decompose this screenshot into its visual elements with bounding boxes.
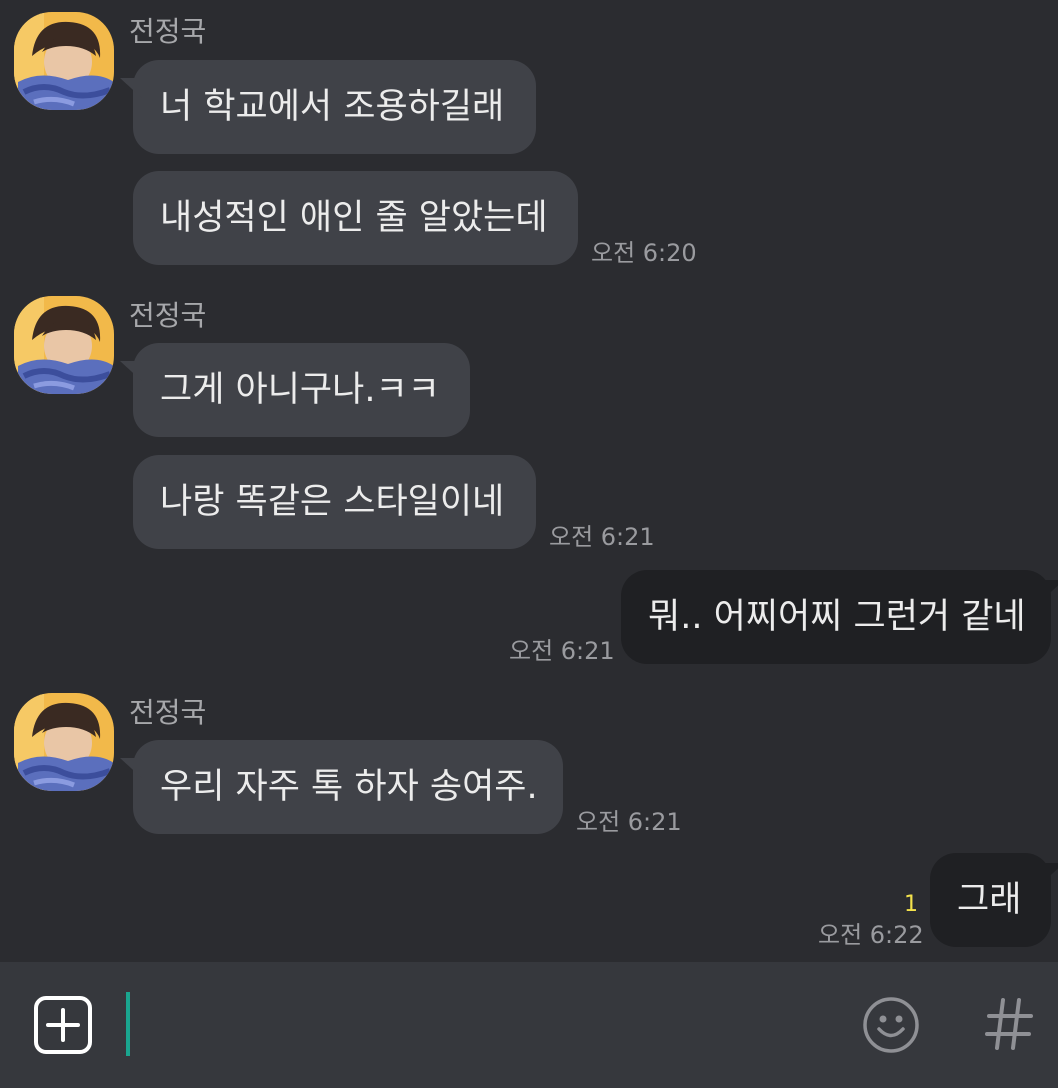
sender-name: 전정국 — [129, 299, 207, 332]
message-timestamp: 오전 6:21 — [549, 523, 655, 551]
sender-name: 전정국 — [129, 696, 207, 729]
plus-square-icon[interactable] — [34, 996, 92, 1054]
sender-name: 전정국 — [129, 15, 207, 48]
avatar-image — [14, 296, 114, 394]
message-input-field[interactable] — [126, 992, 130, 1056]
message-timestamp: 오전 6:22 — [818, 921, 924, 949]
incoming-message-bubble[interactable]: 우리 자주 톡 하자 송여주. — [120, 740, 563, 834]
outgoing-message-bubble[interactable]: 그래 — [930, 853, 1058, 947]
outgoing-message-bubble[interactable]: 뭐.. 어찌어찌 그런거 같네 — [621, 570, 1058, 664]
avatar-image — [14, 693, 114, 791]
hash-icon[interactable] — [985, 994, 1033, 1054]
smiley-icon[interactable] — [862, 996, 920, 1054]
sender-avatar[interactable] — [14, 693, 114, 791]
unread-count: 1 — [904, 892, 918, 917]
incoming-message-bubble[interactable]: 너 학교에서 조용하길래 — [120, 60, 536, 154]
message-timestamp: 오전 6:21 — [509, 637, 615, 665]
avatar-image — [14, 12, 114, 110]
message-list[interactable]: 전정국 너 학교에서 조용하길래 내성적인 애인 줄 알았는데 오전 6:20 … — [0, 0, 1058, 962]
sender-avatar[interactable] — [14, 12, 114, 110]
incoming-message-bubble[interactable]: 그게 아니구나.ㅋㅋ — [120, 343, 470, 437]
chat-screen: 전정국 너 학교에서 조용하길래 내성적인 애인 줄 알았는데 오전 6:20 … — [0, 0, 1058, 1088]
sender-avatar[interactable] — [14, 296, 114, 394]
message-timestamp: 오전 6:20 — [591, 239, 697, 267]
incoming-message-bubble[interactable]: 나랑 똑같은 스타일이네 — [133, 455, 536, 549]
incoming-message-bubble[interactable]: 내성적인 애인 줄 알았는데 — [133, 171, 578, 265]
message-timestamp: 오전 6:21 — [576, 808, 682, 836]
